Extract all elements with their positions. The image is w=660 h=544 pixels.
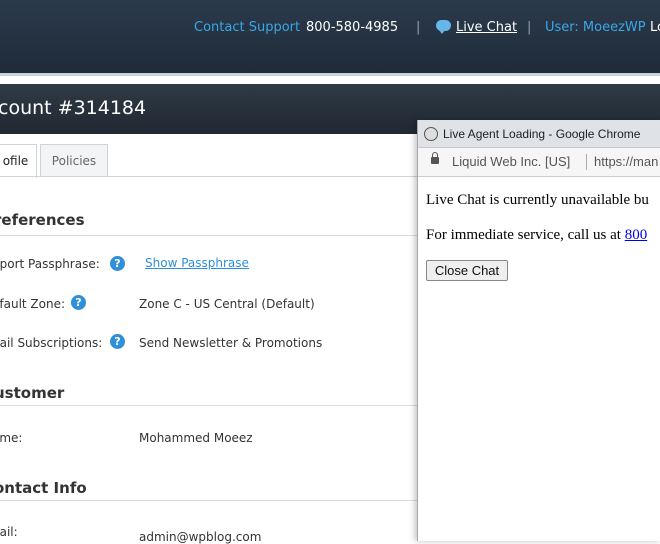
support-phone: 800-580-4985 bbox=[306, 20, 399, 35]
name-label: ame: bbox=[0, 431, 23, 445]
show-passphrase-link[interactable]: Show Passphrase bbox=[145, 256, 249, 270]
question-circle-icon[interactable]: ? bbox=[110, 334, 125, 349]
live-chat-link[interactable]: Live Chat bbox=[456, 20, 517, 35]
chat-bubble-icon bbox=[436, 20, 451, 34]
customer-divider bbox=[0, 405, 420, 406]
tab-divider bbox=[0, 176, 420, 177]
header-gap bbox=[0, 76, 660, 84]
call-message: For immediate service, call us at 800 bbox=[426, 227, 647, 244]
call-text: For immediate service, call us at bbox=[426, 227, 625, 243]
email-label: nail: bbox=[0, 525, 18, 539]
customer-heading: ustomer bbox=[0, 384, 65, 402]
name-value: Mohammed Moeez bbox=[139, 431, 253, 445]
header-separator-2: | bbox=[527, 20, 532, 35]
contact-support-link[interactable]: Contact Support bbox=[194, 20, 300, 35]
support-passphrase-label: pport Passphrase: bbox=[0, 257, 100, 271]
contact-info-heading: ontact Info bbox=[0, 479, 87, 497]
preferences-divider bbox=[0, 235, 420, 236]
address-divider bbox=[586, 154, 587, 170]
globe-icon bbox=[424, 127, 438, 141]
preferences-heading: references bbox=[0, 211, 85, 229]
popup-address-bar[interactable]: Liquid Web Inc. [US] https://man bbox=[418, 148, 660, 177]
tab-profile[interactable]: ofile bbox=[0, 144, 37, 178]
lock-icon bbox=[431, 152, 439, 164]
default-zone-value: Zone C - US Central (Default) bbox=[139, 297, 315, 311]
logout-link[interactable]: Lo bbox=[650, 20, 660, 35]
question-circle-icon[interactable]: ? bbox=[110, 256, 125, 271]
email-subscriptions-label: nail Subscriptions: bbox=[0, 336, 103, 350]
popup-url[interactable]: https://man bbox=[594, 154, 658, 169]
question-circle-icon[interactable]: ? bbox=[71, 295, 86, 310]
contact-info-divider bbox=[0, 500, 420, 501]
email-subscriptions-value: Send Newsletter & Promotions bbox=[139, 336, 323, 350]
page-title: count #314184 bbox=[0, 97, 147, 119]
top-header-bar: Contact Support 800-580-4985 | Live Chat… bbox=[0, 0, 660, 84]
user-label[interactable]: User: MoeezWP bbox=[545, 20, 646, 35]
default-zone-label: efault Zone: bbox=[0, 297, 66, 311]
header-separator: | bbox=[416, 20, 421, 35]
site-identity[interactable]: Liquid Web Inc. [US] bbox=[452, 154, 570, 169]
unavailable-message: Live Chat is currently unavailable bu bbox=[426, 192, 649, 208]
email-value: admin@wpblog.com bbox=[139, 530, 262, 544]
call-phone-link[interactable]: 800 bbox=[625, 227, 648, 243]
tab-policies[interactable]: Policies bbox=[40, 144, 108, 177]
live-agent-popup-window: Live Agent Loading - Google Chrome Liqui… bbox=[417, 120, 660, 541]
close-chat-button[interactable]: Close Chat bbox=[426, 260, 508, 281]
popup-title-bar[interactable]: Live Agent Loading - Google Chrome bbox=[418, 120, 660, 148]
popup-window-title: Live Agent Loading - Google Chrome bbox=[443, 127, 641, 141]
